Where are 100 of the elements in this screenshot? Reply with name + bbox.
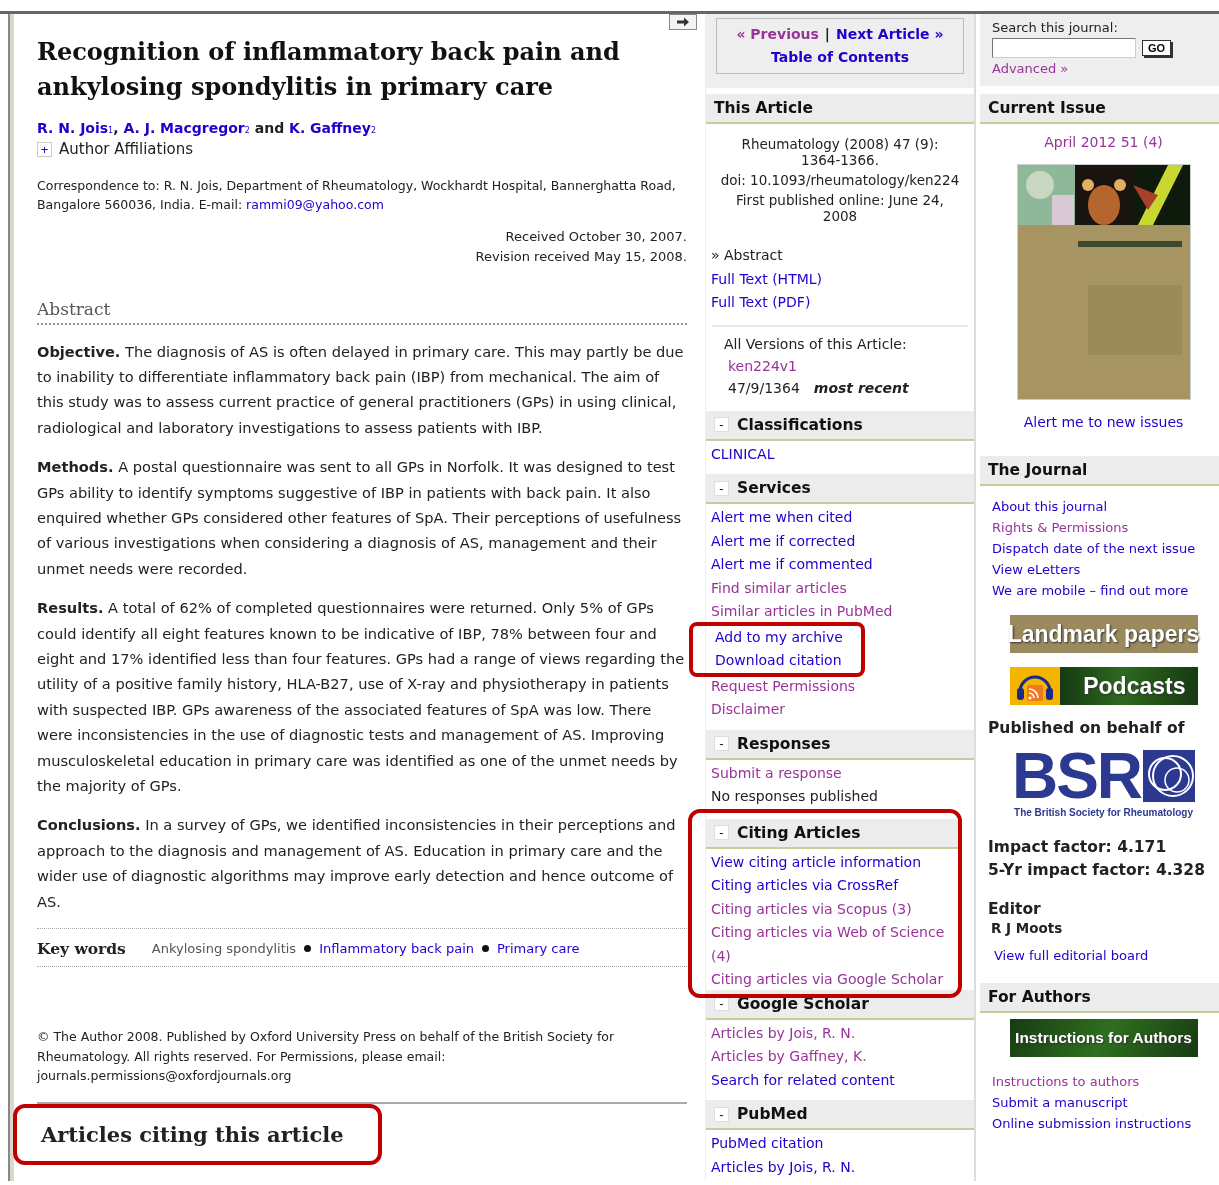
citation-text: First published online: June 24, 2008 [735,192,945,224]
bullet-icon [482,945,489,953]
citation-text: Rheumatology (2008) 47 (9): 1364-1366. [740,136,940,168]
version-link[interactable]: ken224v1 [724,354,797,377]
circles-logo-icon [1143,750,1196,802]
affiliation-mark: 2 [370,126,377,135]
go-button[interactable]: GO [1142,40,1172,56]
section-header[interactable]: - PubMed [706,1100,974,1130]
sidebar-link[interactable]: Alert me when cited [711,506,853,530]
sidebar-link[interactable]: Articles by Gaffney, K. [711,1045,867,1069]
journal-link[interactable]: We are mobile – find out more [992,580,1189,601]
keyword-link[interactable]: Primary care [497,941,580,957]
section-header[interactable]: - Responses [706,729,974,760]
sidebar-link[interactable]: Articles by Jois, R. N. [711,1155,856,1179]
sidebar-link[interactable]: Submit a response [711,761,842,785]
keyword-link[interactable]: Inflammatory back pain [319,941,474,957]
journal-link[interactable]: Rights & Permissions [992,517,1129,538]
collapse-toggle[interactable]: - [714,825,729,840]
alert-link[interactable]: Alert me to new issues [1023,414,1184,430]
author-link[interactable]: K. Gaffney [289,120,371,136]
sidebar-link[interactable]: Find similar articles [711,576,847,600]
abstract-paragraph: Conclusions. In a survey of GPs, we identified inconsistencies in their perceptions and approach to the diagnosis and management of AS. Education in primary care and the wider use of diagnostic algorithms may improve early detection and hence outcome of AS. [37,815,677,912]
section-title: Google Scholar [737,994,869,1013]
section-title: PubMed [737,1105,808,1123]
podcasts-banner[interactable]: Podcasts [1009,667,1198,705]
section-heading: Articles citing this article [13,1103,382,1165]
sidebar-link[interactable]: Citing articles via Google Scholar [711,968,944,992]
expand-toggle[interactable]: + [37,141,52,157]
expand-button[interactable] [669,14,697,30]
collapse-toggle[interactable]: - [714,480,729,496]
section-title: Classifications [737,415,863,434]
current-page-item: » Abstract [711,246,783,265]
editorial-board-link[interactable]: View full editorial board [994,948,1149,963]
affiliation-mark: 1 [108,126,114,135]
sidebar-link[interactable]: Articles by Jois, R. N. [711,1021,856,1045]
sidebar-link[interactable]: CLINICAL [711,442,775,466]
sidebar-link[interactable]: Disclaimer [711,698,786,722]
sidebar-link[interactable]: Alert me if corrected [711,529,856,553]
instructions-banner[interactable]: Instructions for Authors [1009,1019,1198,1057]
search-field[interactable] [992,38,1136,58]
sidebar-link[interactable]: Citing articles via Web of Science (4) [711,921,953,968]
journal-link[interactable]: Dispatch date of the next issue [992,538,1196,559]
section-header[interactable]: - Services [706,474,974,504]
sidebar-link[interactable]: Search for related content [711,1068,895,1092]
metric-text: 5-Yr impact factor: 4.328 [988,860,1205,881]
keyword-text: Ankylosing spondylitis [151,941,297,957]
affiliation-mark: 2 [244,126,250,135]
status-text: No responses published [711,787,878,806]
arrow-icon [676,17,690,27]
section-title: Responses [737,734,831,753]
collapse-toggle[interactable]: - [714,736,729,751]
abstract-paragraph: Results. A total of 62% of completed questionnaires were returned. Only 5% of GPs could identify all eight features known to be indicative of IBP, 78% between four and eight and 17% identified less than four features. GPs had a range of views regarding the utility of a positive family history, HLA-B27, use of X-ray and physiotherapy in patients with suspected IBP. GPs awareness of the associated features of SpA was low. There were inconsistencies in the use of diagnostic tests and management of AS. Improving musculoskeletal education in primary care was identified as one of the unmet needs by the majority of GPs. [37,598,686,796]
author-separator: and [253,120,286,136]
advanced-search-link[interactable]: Advanced » [992,61,1069,76]
sidebar-link[interactable]: Citing articles via CrossRef [711,874,899,898]
section-title: Citing Articles [737,823,861,842]
journal-link[interactable]: About this journal [992,496,1108,517]
sidebar-link[interactable]: Request Permissions [711,674,856,698]
sidebar-link[interactable]: Citing articles via Scopus (3) [711,897,912,921]
issue-link[interactable]: April 2012 51 (4) [1044,134,1163,150]
nav-link[interactable]: Table of Contents [771,46,909,69]
date-text: Revision received May 15, 2008. [475,247,687,266]
collapse-toggle[interactable]: - [714,1106,729,1122]
author-link[interactable]: A. J. Macgregor [123,120,245,136]
nav-link[interactable]: Next Article » [836,23,944,46]
abstract-paragraph: Objective. The diagnosis of AS is often delayed in primary care. This may partly be due to inability to differentiate inflammatory back pain (IBP) from mechanical. The aim of this study was to assess current practice of general practitioners (GPs) in using clinical, radiological and laboratory investigations to assess patients with IBP. [37,341,685,438]
sidebar-link[interactable]: Alert me if commented [711,553,873,577]
abstract-heading: Abstract [37,298,687,325]
copyright-text: © The Author 2008. Published by Oxford University Press on behalf of the British Society for Rheumatology. All rights reserved. For Permissions, please email: journals.permissions@oxfordjournals.org [37,1028,616,1086]
search-label: Search this journal: [992,20,1119,35]
date-text: Received October 30, 2007. [505,227,687,246]
email-link[interactable]: rammi09@yahoo.com [246,197,384,212]
collapse-toggle[interactable]: - [714,417,729,432]
bullet-icon [304,945,312,953]
sidebar-link[interactable]: Add to my archive [715,625,843,649]
sidebar-link[interactable]: Full Text (HTML) [711,267,823,291]
sidebar-link[interactable]: Similar articles in PubMed [711,600,893,624]
metric-text: Impact factor: 4.171 [988,837,1167,858]
logo-text: BSR [1011,747,1142,805]
sidebar-link[interactable]: Download citation [715,649,842,673]
author-link[interactable]: Submit a manuscript [992,1092,1128,1113]
author-link[interactable]: Instructions to authors [992,1071,1140,1092]
author-link[interactable]: R. N. Jois [37,120,109,136]
publisher-label: Published on behalf of [987,718,1186,737]
sidebar-link[interactable]: PubMed citation [711,1132,824,1156]
affiliations-label: Author Affiliations [59,140,194,158]
section-header: For Authors [980,983,1219,1013]
citation-text: doi: 10.1093/rheumatology/ken224 [720,172,960,188]
journal-link[interactable]: View eLetters [992,559,1081,580]
keywords-heading: Key words [37,939,126,959]
sidebar-link[interactable]: Full Text (PDF) [711,291,811,315]
section-header[interactable]: - Citing Articles [706,818,958,849]
nav-link[interactable]: « Previous [736,23,819,46]
section-header[interactable]: - Classifications [706,410,974,441]
version-note: most recent [813,378,909,398]
logo-caption: The British Society for Rheumatology [1014,807,1193,818]
author-link[interactable]: Online submission instructions [992,1113,1192,1134]
correspondence-text: Correspondence to: R. N. Jois, Department of Rheumatology, Wockhardt Hospital, Bannerghatta Road, Bangalore 560036, India. E-mail: rammi09@yahoo.com [37,177,677,214]
sidebar-link[interactable]: View citing article information [711,850,921,874]
abstract-paragraph: Methods. A postal questionnaire was sent to all GPs in Norfolk. It was designed to test GPs ability to identify symptoms suggestive of IBP in patients with back pain. It also enquired whether GPs considered other features of SpA. Their perceptions of usefulness of various investigations when considering a diagnosis of AS, management and their unmet needs were recorded. [37,457,683,579]
